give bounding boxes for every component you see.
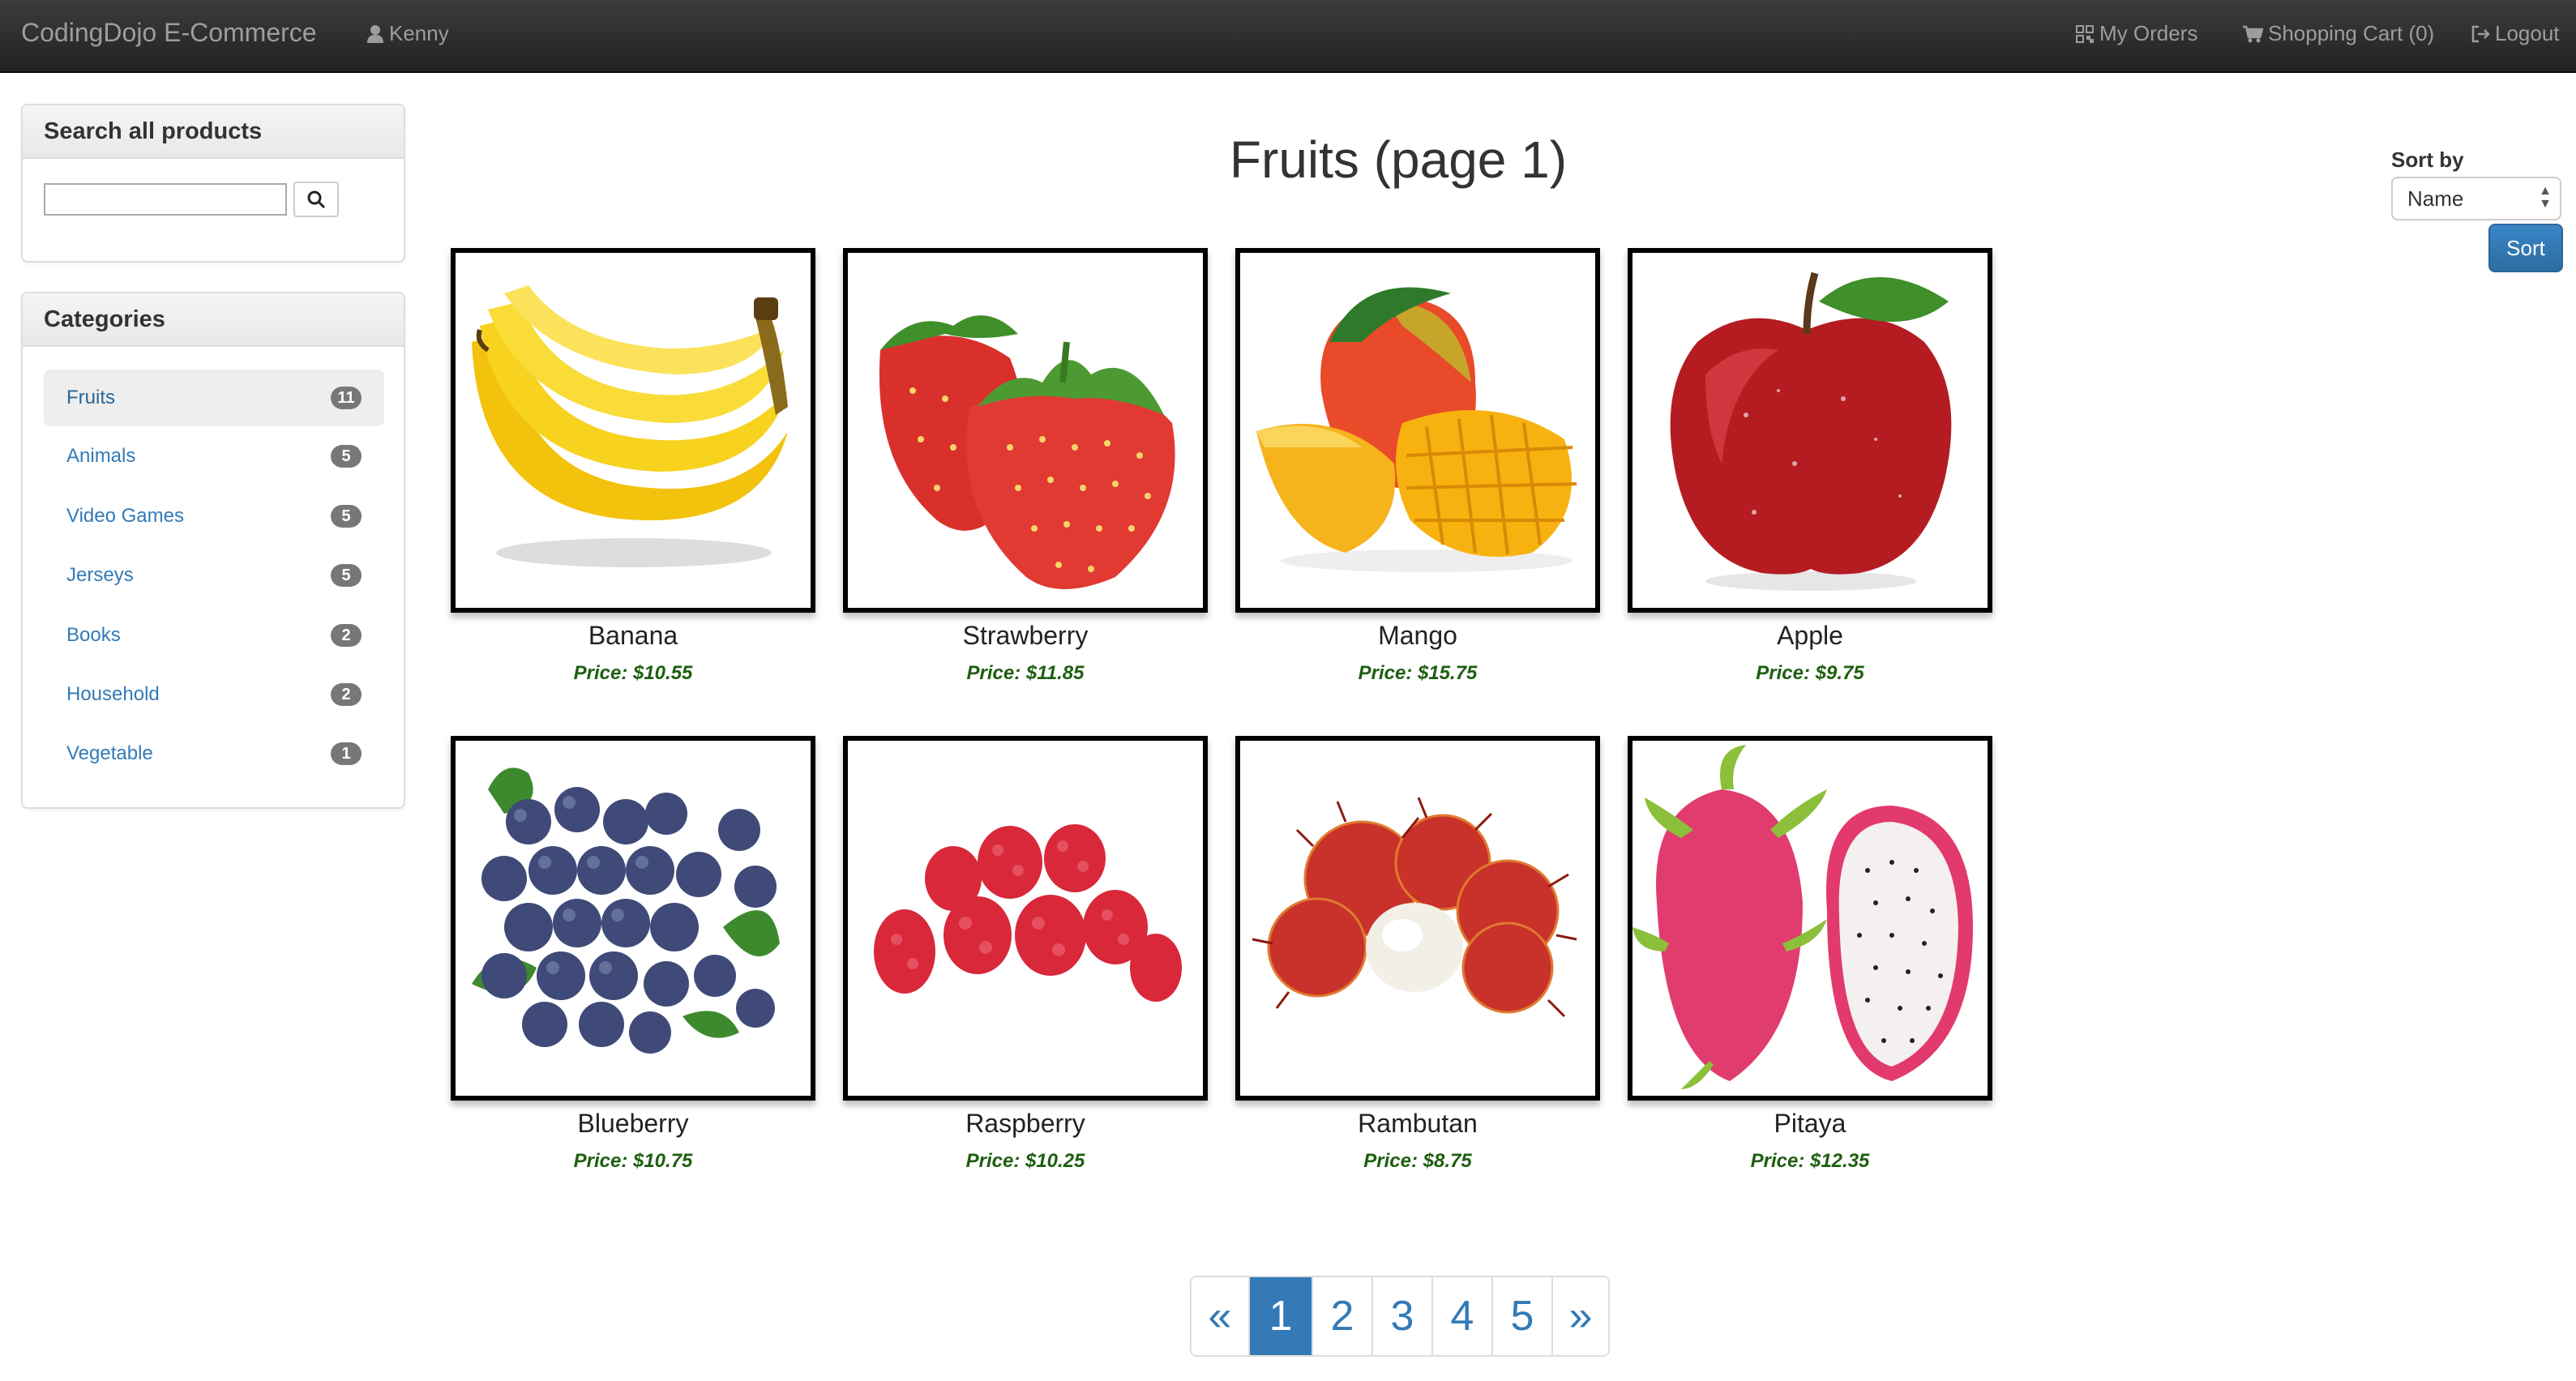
- product-card-banana[interactable]: Banana Price: $10.55: [451, 248, 815, 685]
- product-card-apple[interactable]: Apple Price: $9.75: [1628, 248, 1992, 685]
- search-button[interactable]: [293, 182, 339, 217]
- raspberry-image: [874, 824, 1182, 1002]
- category-count-badge: 2: [331, 683, 362, 706]
- user-name: Kenny: [389, 21, 449, 45]
- user-icon: [367, 24, 383, 43]
- logout-link[interactable]: Logout: [2471, 21, 2560, 46]
- category-label: Fruits: [66, 387, 115, 408]
- product-price: Price: $11.85: [966, 662, 1085, 684]
- product-price: Price: $10.75: [573, 1150, 693, 1172]
- category-item-books[interactable]: Books 2: [44, 607, 384, 664]
- category-count-badge: 5: [331, 445, 362, 468]
- select-arrows-icon: ▲ ▼: [2539, 184, 2552, 211]
- category-item-fruits[interactable]: Fruits 11: [44, 370, 384, 426]
- banana-image: [472, 285, 788, 567]
- product-card-mango[interactable]: Mango Price: $15.75: [1235, 248, 1600, 685]
- product-price: Price: $10.55: [573, 662, 693, 684]
- product-name[interactable]: Blueberry: [451, 1109, 815, 1139]
- product-price: Price: $10.25: [965, 1150, 1085, 1172]
- shopping-cart-link[interactable]: Shopping Cart (0): [2242, 21, 2434, 46]
- sort-select[interactable]: Name ▲ ▼: [2391, 177, 2561, 220]
- product-price: Price: $9.75: [1756, 662, 1864, 684]
- product-image[interactable]: [1628, 248, 1992, 613]
- category-label: Jerseys: [66, 564, 134, 586]
- categories-panel: Categories Fruits 11 Animals 5 Video Gam…: [21, 292, 405, 809]
- categories-panel-heading: Categories: [23, 293, 404, 347]
- pagination-page-2[interactable]: 2: [1312, 1277, 1371, 1355]
- product-image[interactable]: [1235, 736, 1600, 1101]
- category-label: Household: [66, 683, 160, 705]
- product-name[interactable]: Mango: [1235, 621, 1600, 651]
- top-navbar: CodingDojo E-Commerce Kenny My Orders Sh…: [0, 0, 2576, 73]
- pagination: « 1 2 3 4 5 »: [1190, 1276, 1610, 1357]
- product-image[interactable]: [451, 248, 815, 613]
- product-name[interactable]: Raspberry: [843, 1109, 1208, 1139]
- rambutan-image: [1252, 797, 1577, 1018]
- pagination-page-4[interactable]: 4: [1431, 1277, 1491, 1355]
- product-image[interactable]: [843, 248, 1208, 613]
- search-input[interactable]: [44, 183, 287, 216]
- pagination-prev[interactable]: «: [1192, 1277, 1248, 1355]
- user-link[interactable]: Kenny: [366, 21, 449, 46]
- product-name[interactable]: Apple: [1628, 621, 1992, 651]
- category-count-badge: 1: [331, 742, 362, 765]
- search-panel: Search all products: [21, 104, 405, 263]
- product-image[interactable]: [843, 736, 1208, 1101]
- category-item-household[interactable]: Household 2: [44, 666, 384, 723]
- logout-icon: [2471, 25, 2490, 42]
- shopping-cart-label: Shopping Cart (0): [2268, 21, 2435, 45]
- brand-link[interactable]: CodingDojo E-Commerce: [21, 18, 317, 48]
- product-name[interactable]: Pitaya: [1628, 1109, 1992, 1139]
- product-price: Price: $12.35: [1750, 1150, 1870, 1172]
- apple-image: [1670, 271, 1952, 591]
- blueberry-image: [472, 767, 780, 1054]
- category-label: Animals: [66, 445, 136, 467]
- qrcode-icon: [2076, 24, 2094, 43]
- product-image[interactable]: [1235, 248, 1600, 613]
- logout-label: Logout: [2495, 21, 2560, 45]
- page-title: Fruits (page 1): [1229, 130, 1568, 189]
- category-item-jerseys[interactable]: Jerseys 5: [44, 547, 384, 604]
- product-image[interactable]: [1628, 736, 1992, 1101]
- product-card-pitaya[interactable]: Pitaya Price: $12.35: [1628, 736, 1992, 1173]
- category-item-video-games[interactable]: Video Games 5: [44, 488, 384, 545]
- mango-image: [1256, 287, 1577, 572]
- search-panel-heading: Search all products: [23, 105, 404, 159]
- sort-label: Sort by: [2391, 148, 2464, 172]
- category-item-vegetable[interactable]: Vegetable 1: [44, 725, 384, 782]
- category-label: Books: [66, 624, 121, 646]
- category-count-badge: 5: [331, 505, 362, 528]
- pagination-page-1[interactable]: 1: [1248, 1277, 1312, 1355]
- product-name[interactable]: Banana: [451, 621, 815, 651]
- product-name[interactable]: Rambutan: [1235, 1109, 1600, 1139]
- sort-selected-value: Name: [2407, 186, 2464, 211]
- category-label: Vegetable: [66, 742, 153, 764]
- category-count-badge: 2: [331, 624, 362, 647]
- my-orders-link[interactable]: My Orders: [2075, 21, 2197, 46]
- pagination-page-5[interactable]: 5: [1491, 1277, 1551, 1355]
- product-card-strawberry[interactable]: Strawberry Price: $11.85: [843, 248, 1208, 685]
- strawberry-image: [879, 315, 1175, 589]
- my-orders-label: My Orders: [2099, 21, 2198, 45]
- search-icon: [307, 190, 326, 209]
- product-image[interactable]: [451, 736, 815, 1101]
- category-count-badge: 5: [331, 564, 362, 587]
- product-card-rambutan[interactable]: Rambutan Price: $8.75: [1235, 736, 1600, 1173]
- sort-button[interactable]: Sort: [2488, 224, 2563, 272]
- product-card-blueberry[interactable]: Blueberry Price: $10.75: [451, 736, 815, 1173]
- category-item-animals[interactable]: Animals 5: [44, 428, 384, 485]
- pagination-next[interactable]: »: [1551, 1277, 1608, 1355]
- product-price: Price: $15.75: [1358, 662, 1478, 684]
- product-name[interactable]: Strawberry: [843, 621, 1208, 651]
- category-label: Video Games: [66, 505, 184, 527]
- shopping-cart-icon: [2243, 25, 2263, 42]
- pitaya-image: [1632, 745, 1973, 1089]
- pagination-page-3[interactable]: 3: [1371, 1277, 1431, 1355]
- category-count-badge: 11: [331, 387, 362, 409]
- product-card-raspberry[interactable]: Raspberry Price: $10.25: [843, 736, 1208, 1173]
- product-price: Price: $8.75: [1363, 1150, 1472, 1172]
